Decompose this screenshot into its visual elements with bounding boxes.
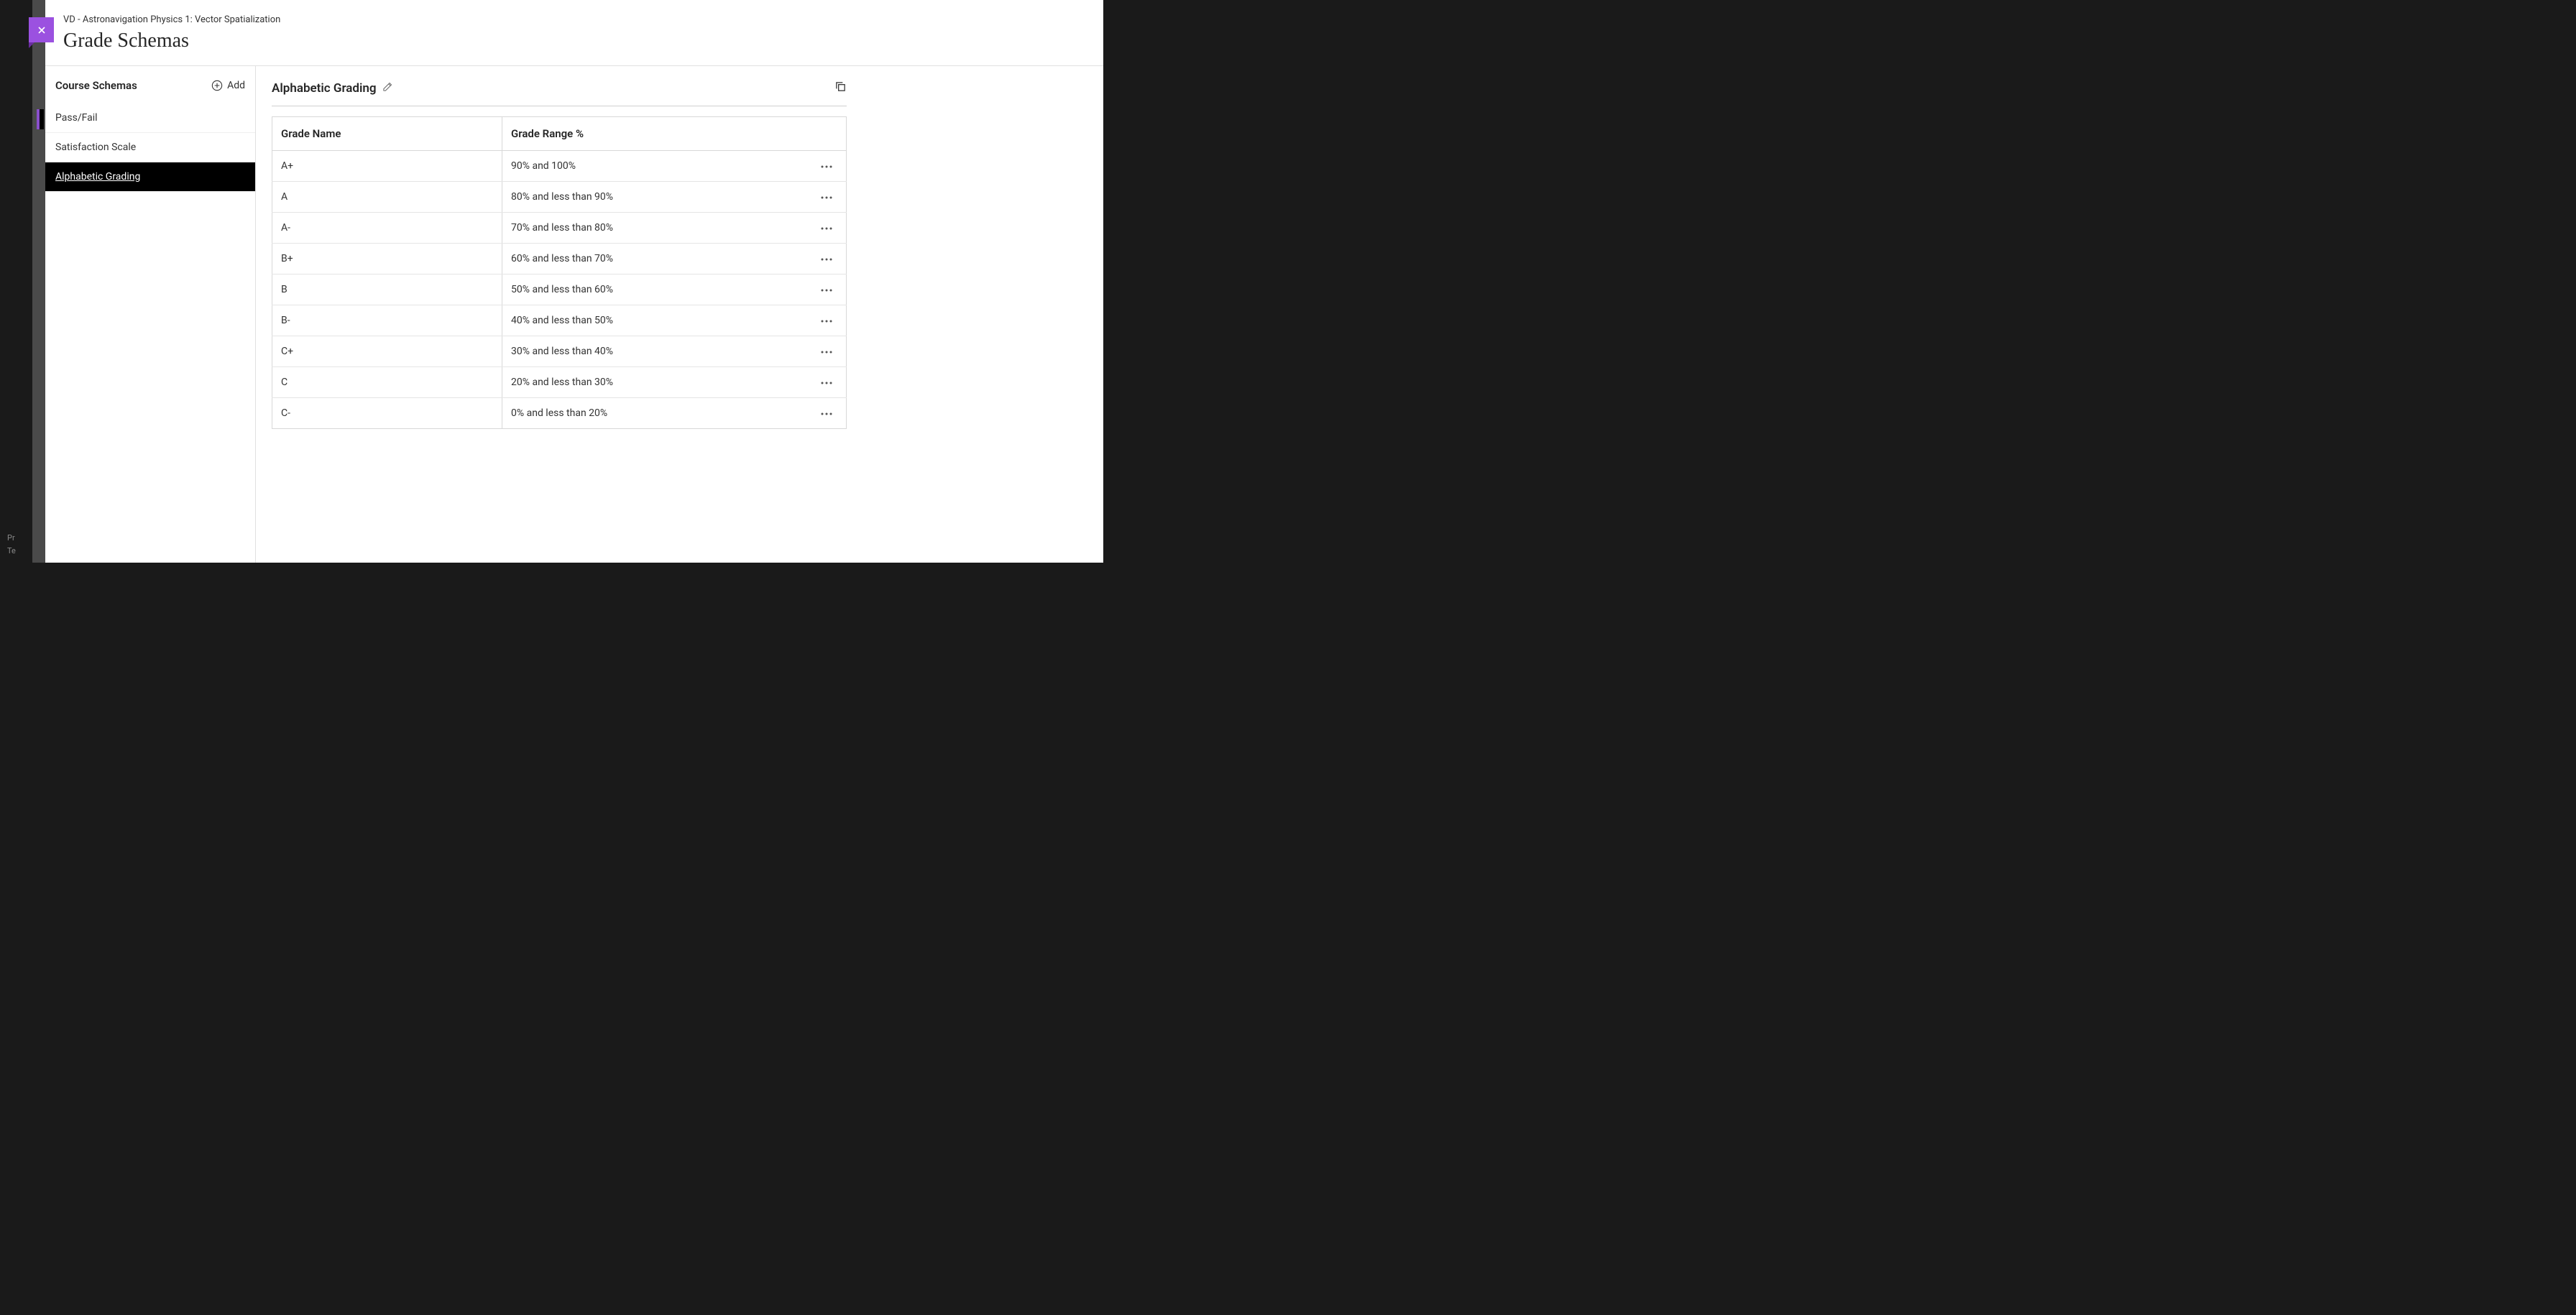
grade-name-cell: A (272, 182, 502, 213)
grade-range-text: 80% and less than 90% (511, 191, 613, 203)
dots-horizontal-icon (820, 319, 833, 323)
edit-title-button[interactable] (382, 81, 393, 95)
grade-range-cell: 50% and less than 60% (502, 274, 847, 305)
page-title: Grade Schemas (63, 29, 1085, 52)
row-actions-button[interactable] (816, 284, 837, 295)
grade-name-cell: C- (272, 398, 502, 429)
table-row: C 20% and less than 30% (272, 367, 847, 398)
row-actions-button[interactable] (816, 191, 837, 203)
copy-schema-button[interactable] (834, 80, 847, 96)
content-area: Alphabetic Grading (256, 66, 1103, 563)
main-panel: VD - Astronavigation Physics 1: Vector S… (45, 0, 1103, 563)
grade-range-text: 0% and less than 20% (511, 407, 607, 419)
grade-range-text: 30% and less than 40% (511, 346, 613, 357)
background-text: Pr (7, 533, 15, 543)
table-row: A 80% and less than 90% (272, 182, 847, 213)
table-row: C- 0% and less than 20% (272, 398, 847, 429)
background-text: Te (7, 546, 16, 555)
panel-shadow (32, 0, 45, 563)
grade-table: Grade Name Grade Range % A+90% and 100%A… (272, 116, 847, 429)
panel-header: VD - Astronavigation Physics 1: Vector S… (45, 0, 1103, 66)
row-actions-button[interactable] (816, 407, 837, 419)
grade-range-text: 60% and less than 70% (511, 253, 613, 264)
table-row: B- 40% and less than 50% (272, 305, 847, 336)
sidebar-header: Course Schemas Add (45, 66, 255, 103)
grade-range-text: 90% and 100% (511, 160, 576, 172)
grade-name-cell: C (272, 367, 502, 398)
content-title: Alphabetic Grading (272, 81, 377, 96)
plus-circle-icon (211, 80, 223, 91)
grade-range-text: 50% and less than 60% (511, 284, 613, 295)
column-header-range: Grade Range % (502, 117, 847, 151)
column-header-name: Grade Name (272, 117, 502, 151)
pencil-icon (382, 81, 393, 92)
dots-horizontal-icon (820, 195, 833, 200)
grade-name-cell: B- (272, 305, 502, 336)
grade-name-cell: A+ (272, 151, 502, 182)
table-row: A- 70% and less than 80% (272, 213, 847, 244)
row-actions-button[interactable] (816, 222, 837, 234)
row-actions-button[interactable] (816, 346, 837, 357)
copy-icon (834, 80, 847, 93)
grade-range-cell: 30% and less than 40% (502, 336, 847, 367)
sidebar: Course Schemas Add Pass/FailSatisfaction… (45, 66, 256, 563)
grade-name-cell: A- (272, 213, 502, 244)
grade-range-cell: 60% and less than 70% (502, 244, 847, 274)
table-row: C+ 30% and less than 40% (272, 336, 847, 367)
table-row: B+ 60% and less than 70% (272, 244, 847, 274)
dots-horizontal-icon (820, 288, 833, 292)
close-button[interactable] (29, 17, 54, 42)
table-row: A+ 90% and 100% (272, 151, 847, 182)
grade-range-cell: 0% and less than 20% (502, 398, 847, 429)
sidebar-item-schema[interactable]: Alphabetic Grading (45, 162, 255, 192)
breadcrumb: VD - Astronavigation Physics 1: Vector S… (63, 14, 1085, 25)
grade-range-text: 20% and less than 30% (511, 377, 613, 388)
sidebar-item-schema[interactable]: Pass/Fail (45, 103, 255, 133)
add-schema-button[interactable]: Add (211, 80, 245, 91)
grade-range-cell: 80% and less than 90% (502, 182, 847, 213)
grade-name-cell: B (272, 274, 502, 305)
grade-range-cell: 90% and 100% (502, 151, 847, 182)
dots-horizontal-icon (820, 350, 833, 354)
grade-range-cell: 40% and less than 50% (502, 305, 847, 336)
panel-body: Course Schemas Add Pass/FailSatisfaction… (45, 66, 1103, 563)
row-actions-button[interactable] (816, 377, 837, 388)
add-label: Add (227, 80, 245, 91)
dots-horizontal-icon (820, 165, 833, 169)
content-header: Alphabetic Grading (272, 80, 847, 106)
grade-range-text: 40% and less than 50% (511, 315, 613, 326)
sidebar-title: Course Schemas (55, 79, 137, 92)
dots-horizontal-icon (820, 257, 833, 262)
sidebar-item-schema[interactable]: Satisfaction Scale (45, 133, 255, 162)
close-icon (36, 24, 47, 36)
row-actions-button[interactable] (816, 315, 837, 326)
dots-horizontal-icon (820, 412, 833, 416)
table-row: B 50% and less than 60% (272, 274, 847, 305)
sidebar-list: Pass/FailSatisfaction ScaleAlphabetic Gr… (45, 103, 255, 192)
row-actions-button[interactable] (816, 160, 837, 172)
grade-range-text: 70% and less than 80% (511, 222, 613, 234)
row-actions-button[interactable] (816, 253, 837, 264)
background-nav-icons (9, 73, 23, 461)
selected-nav-indicator (37, 109, 44, 129)
dots-horizontal-icon (820, 381, 833, 385)
grade-range-cell: 70% and less than 80% (502, 213, 847, 244)
grade-name-cell: C+ (272, 336, 502, 367)
grade-range-cell: 20% and less than 30% (502, 367, 847, 398)
grade-name-cell: B+ (272, 244, 502, 274)
dots-horizontal-icon (820, 226, 833, 231)
